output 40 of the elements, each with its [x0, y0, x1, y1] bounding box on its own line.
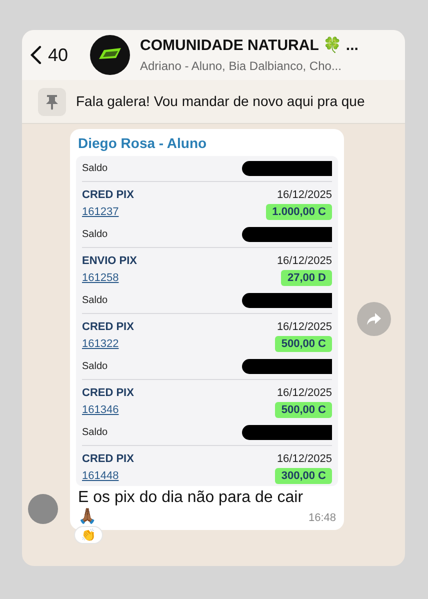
amount-highlight: 500,00 C	[275, 402, 332, 418]
avatar[interactable]	[28, 494, 58, 524]
amount-highlight: 27,00 D	[281, 270, 332, 286]
forward-icon	[366, 312, 382, 326]
amount-highlight: 300,00 C	[275, 468, 332, 484]
pinned-message-bar[interactable]: Fala galera! Vou mandar de novo aqui pra que	[22, 80, 405, 124]
sender-name: Diego Rosa - Aluno	[77, 134, 208, 153]
emoji: 🙏🏾	[78, 508, 97, 526]
unread-count: 40	[48, 44, 70, 66]
balance-label: Saldo	[82, 228, 108, 242]
document-link[interactable]: 161322	[82, 336, 119, 352]
transaction-type: ENVIO PIX	[82, 254, 138, 269]
transaction-type: CRED PIX	[82, 320, 134, 335]
message-caption: E os pix do dia não para de cair	[77, 488, 304, 508]
group-logo-icon	[90, 35, 130, 75]
pin-icon	[38, 88, 66, 116]
balance-label: Saldo	[82, 294, 108, 308]
amount-highlight: 500,00 C	[275, 336, 332, 352]
document-link[interactable]: 161237	[82, 204, 119, 220]
document-link[interactable]: 161346	[82, 402, 119, 418]
group-title: COMUNIDADE NATURAL 🍀 ...	[140, 36, 358, 56]
document-link[interactable]: 161258	[82, 270, 119, 286]
document-link[interactable]: 161448	[82, 468, 119, 484]
transaction-date: 16/12/2025	[276, 254, 332, 269]
transaction-type: CRED PIX	[82, 188, 134, 203]
group-members: Adriano - Aluno, Bia Dalbianco, Cho...	[140, 58, 342, 76]
amount-highlight: 1.000,00 C	[266, 204, 332, 220]
transaction-date: 16/12/2025	[276, 452, 332, 467]
forward-button[interactable]	[357, 302, 391, 336]
transaction-date: 16/12/2025	[276, 320, 332, 335]
transaction-date: 16/12/2025	[276, 386, 332, 401]
balance-label: Saldo	[82, 426, 108, 440]
pinned-message-text: Fala galera! Vou mandar de novo aqui pra que	[76, 92, 365, 111]
transaction-type: CRED PIX	[82, 452, 134, 467]
message-time: 16:48	[308, 510, 336, 526]
balance-label: Saldo	[82, 360, 108, 374]
back-icon[interactable]	[30, 45, 42, 65]
balance-label: Saldo	[82, 162, 108, 176]
transaction-date: 16/12/2025	[276, 188, 332, 203]
transaction-type: CRED PIX	[82, 386, 134, 401]
